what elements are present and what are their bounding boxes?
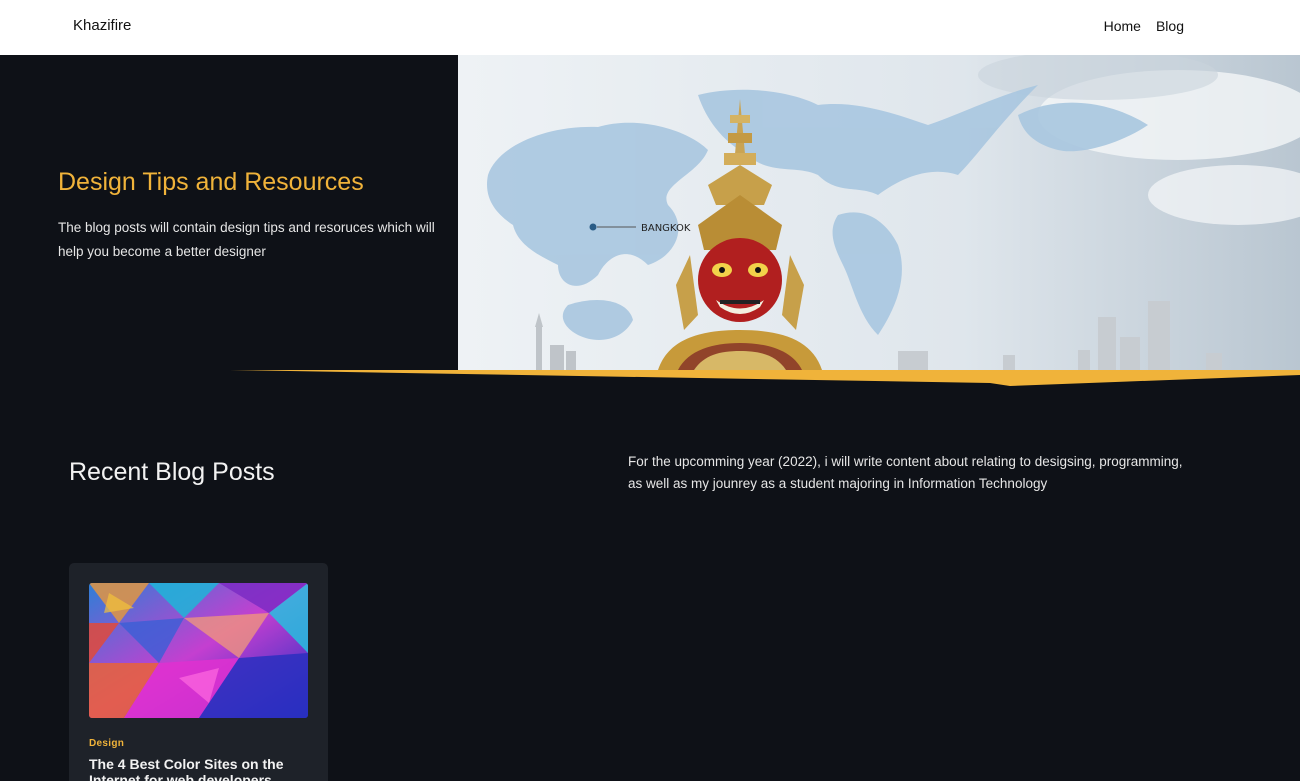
hero-divider-stripe [230, 370, 1300, 386]
nav-link-blog[interactable]: Blog [1156, 18, 1184, 34]
location-pin-icon [589, 223, 597, 231]
nav-links: Home Blog [1104, 18, 1184, 34]
polygon-gradient-thumbnail [89, 583, 308, 718]
recent-posts-intro: For the upcomming year (2022), i will wr… [628, 454, 1183, 491]
blog-post-card[interactable]: Design The 4 Best Color Sites on the Int… [69, 563, 328, 781]
recent-posts-heading: Recent Blog Posts [69, 458, 275, 486]
hero-illustration: BANGKOK [458, 55, 1300, 370]
nav-link-home[interactable]: Home [1104, 18, 1141, 34]
hero-image-bangkok: BANGKOK [458, 55, 1300, 370]
post-category-tag[interactable]: Design [89, 738, 124, 749]
hero-section: Design Tips and Resources The blog posts… [0, 55, 1300, 386]
hero-text-panel: Design Tips and Resources The blog posts… [0, 55, 458, 370]
post-thumbnail-image[interactable] [89, 583, 308, 718]
top-navbar: Khazifire Home Blog [0, 0, 1300, 55]
brand-logo-link[interactable]: Khazifire [73, 17, 131, 34]
hero-description: The blog posts will contain design tips … [58, 220, 435, 259]
hero-title: Design Tips and Resources [58, 168, 364, 196]
hero-image-label: BANGKOK [641, 223, 691, 234]
post-title-link[interactable]: The 4 Best Color Sites on the Internet f… [89, 756, 309, 781]
